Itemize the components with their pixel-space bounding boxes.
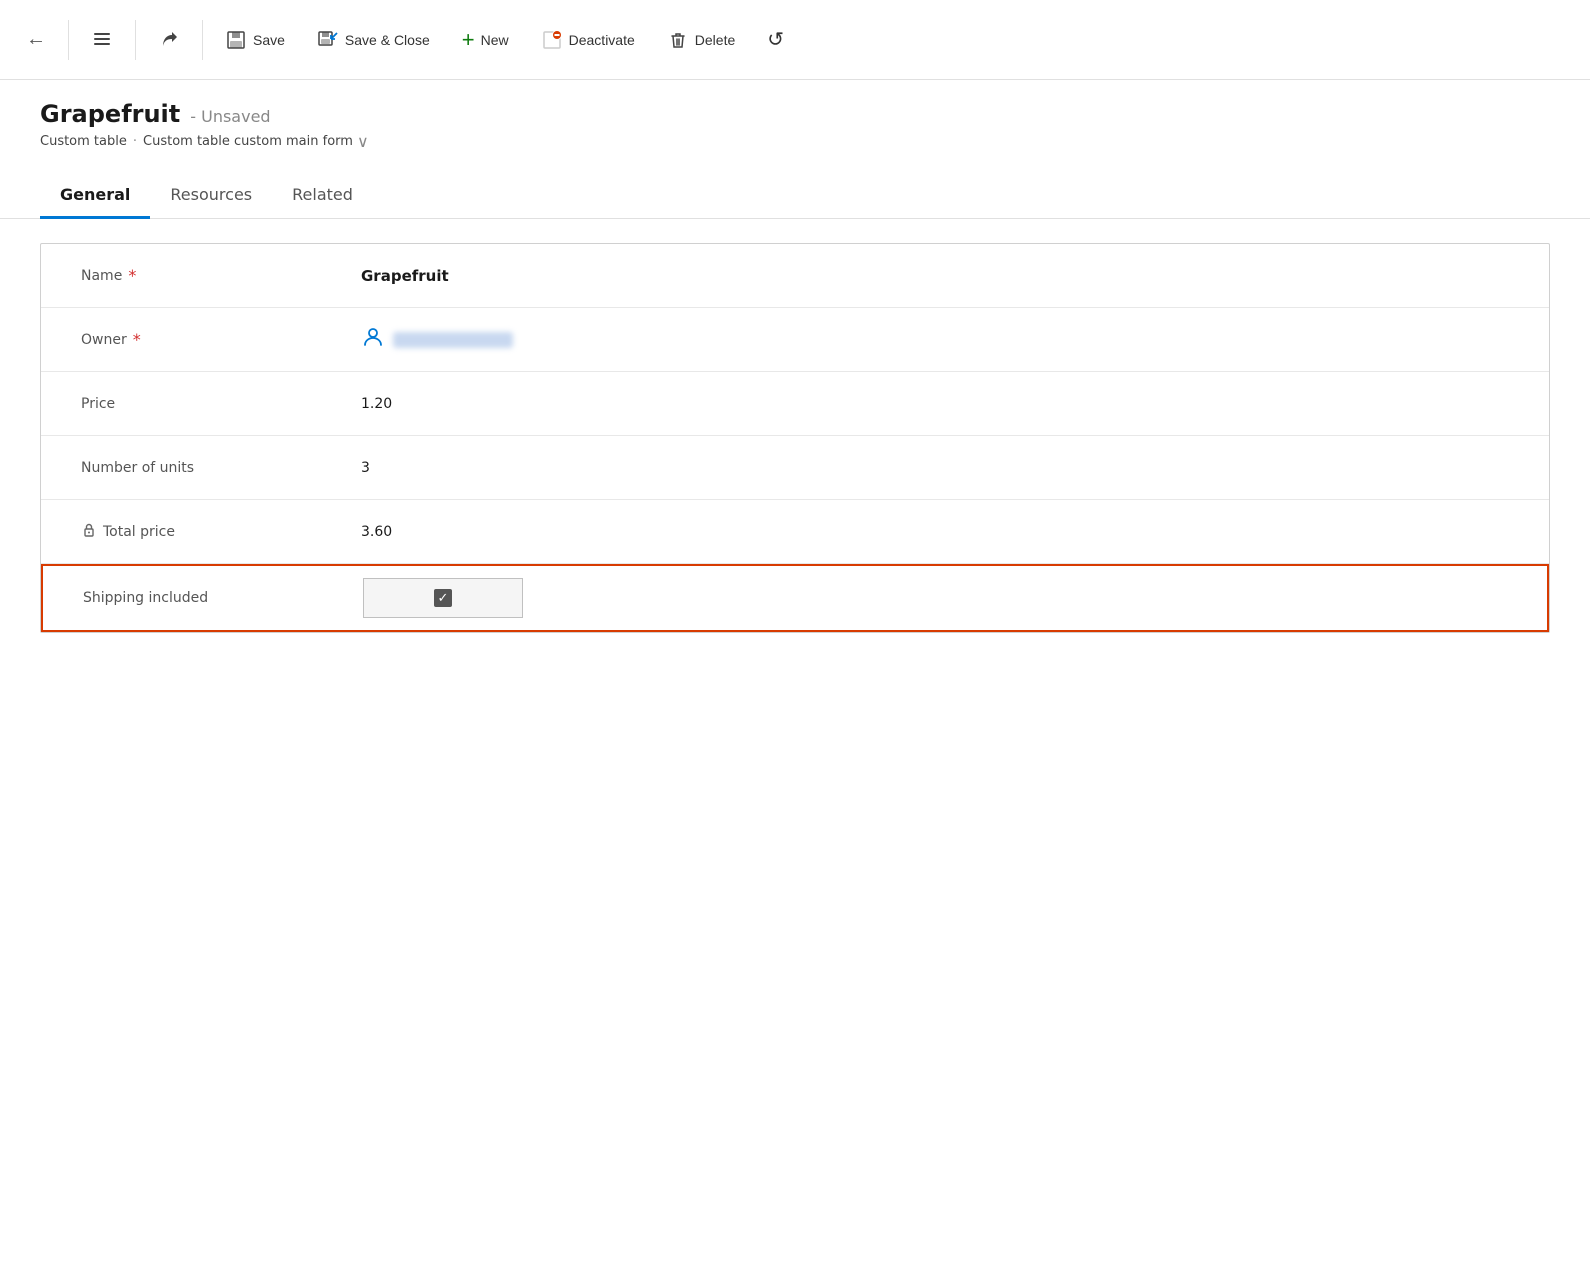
owner-value[interactable] xyxy=(361,325,1509,354)
new-button[interactable]: + New xyxy=(448,21,523,59)
save-close-icon xyxy=(317,29,339,51)
breadcrumb-table-link[interactable]: Custom table xyxy=(40,134,127,149)
save-button[interactable]: Save xyxy=(211,23,299,57)
tab-related[interactable]: Related xyxy=(272,173,373,219)
shipping-checkbox[interactable] xyxy=(434,589,452,607)
owner-label: Owner * xyxy=(81,330,361,349)
back-button[interactable]: ← xyxy=(12,22,60,57)
share-button[interactable] xyxy=(144,23,194,57)
page-header: Grapefruit - Unsaved Custom table · Cust… xyxy=(0,80,1590,163)
price-value[interactable]: 1.20 xyxy=(361,396,1509,412)
owner-name-blurred xyxy=(393,332,513,348)
refresh-icon: ↺ xyxy=(767,27,784,52)
deactivate-label: Deactivate xyxy=(569,32,635,48)
field-row-owner: Owner * xyxy=(41,308,1549,372)
owner-required-star: * xyxy=(133,330,141,349)
tabs-container: General Resources Related xyxy=(0,173,1590,219)
shipping-label: Shipping included xyxy=(83,590,363,606)
share-icon xyxy=(158,29,180,51)
name-required-star: * xyxy=(128,266,136,285)
save-close-button[interactable]: Save & Close xyxy=(303,23,444,57)
field-row-shipping: Shipping included xyxy=(41,564,1549,632)
field-row-name: Name * Grapefruit xyxy=(41,244,1549,308)
record-title-row: Grapefruit - Unsaved xyxy=(40,100,1550,128)
name-label: Name * xyxy=(81,266,361,285)
back-icon: ← xyxy=(26,28,46,51)
tab-general[interactable]: General xyxy=(40,173,150,219)
divider-1 xyxy=(68,20,69,60)
units-label: Number of units xyxy=(81,460,361,476)
new-label: New xyxy=(481,32,509,48)
breadcrumb-table-label: Custom table xyxy=(40,134,127,149)
unsaved-badge: - Unsaved xyxy=(190,107,270,126)
save-icon xyxy=(225,29,247,51)
field-row-total-price: Total price 3.60 xyxy=(41,500,1549,564)
name-value[interactable]: Grapefruit xyxy=(361,267,1509,285)
record-name: Grapefruit xyxy=(40,100,180,128)
field-row-price: Price 1.20 xyxy=(41,372,1549,436)
divider-2 xyxy=(135,20,136,60)
breadcrumb: Custom table · Custom table custom main … xyxy=(40,132,1550,151)
list-icon xyxy=(91,29,113,51)
toolbar: ← Save xyxy=(0,0,1590,80)
save-close-label: Save & Close xyxy=(345,32,430,48)
total-price-value: 3.60 xyxy=(361,524,1509,540)
shipping-value xyxy=(363,578,1507,618)
breadcrumb-chevron-icon: ∨ xyxy=(357,132,369,151)
units-value[interactable]: 3 xyxy=(361,460,1509,476)
total-price-label: Total price xyxy=(81,522,361,542)
deactivate-icon xyxy=(541,29,563,51)
delete-button[interactable]: Delete xyxy=(653,23,749,57)
shipping-checkbox-container[interactable] xyxy=(363,578,523,618)
field-row-units: Number of units 3 xyxy=(41,436,1549,500)
tab-resources[interactable]: Resources xyxy=(150,173,272,219)
lock-icon xyxy=(81,522,97,542)
breadcrumb-form-label: Custom table custom main form xyxy=(143,134,353,149)
refresh-button[interactable]: ↺ xyxy=(753,21,798,58)
price-label: Price xyxy=(81,396,361,412)
divider-3 xyxy=(202,20,203,60)
breadcrumb-separator: · xyxy=(133,134,137,149)
breadcrumb-form-link[interactable]: Custom table custom main form ∨ xyxy=(143,132,369,151)
save-label: Save xyxy=(253,32,285,48)
delete-label: Delete xyxy=(695,32,735,48)
owner-person-icon xyxy=(361,325,385,354)
delete-icon xyxy=(667,29,689,51)
new-icon: + xyxy=(462,27,475,53)
form-section: Name * Grapefruit Owner * Price 1 xyxy=(40,243,1550,633)
list-view-button[interactable] xyxy=(77,23,127,57)
deactivate-button[interactable]: Deactivate xyxy=(527,23,649,57)
